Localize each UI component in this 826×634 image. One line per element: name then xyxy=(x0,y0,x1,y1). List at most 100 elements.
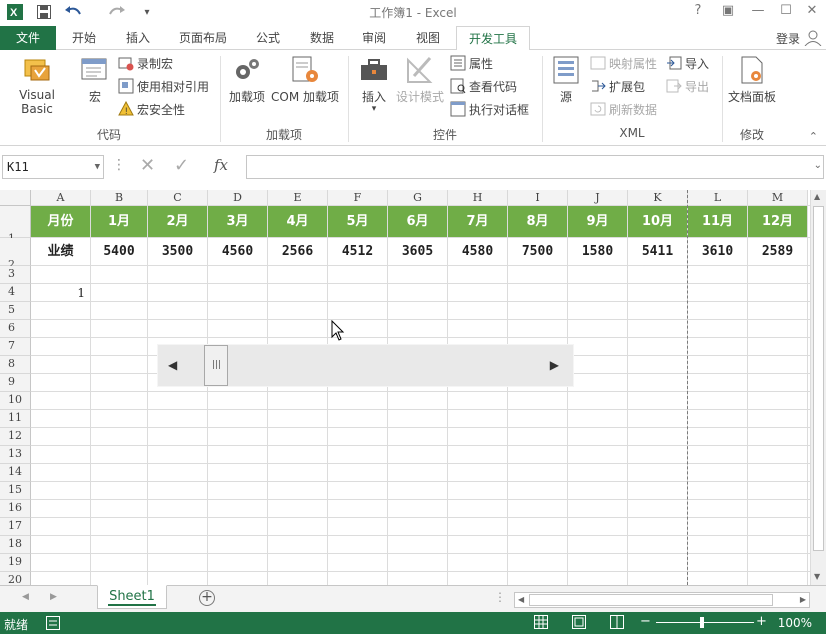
month-header-cell[interactable]: 10月 xyxy=(628,206,687,237)
design-mode-button[interactable]: 设计模式 xyxy=(394,54,446,105)
relative-reference-button[interactable]: 使用相对引用 xyxy=(118,77,209,97)
zoom-in-icon[interactable]: + xyxy=(756,614,767,629)
help-icon[interactable]: ? xyxy=(686,3,710,18)
row-header[interactable]: 10 xyxy=(0,392,31,410)
performance-cell[interactable]: 2589 xyxy=(748,238,807,265)
scroll-right-icon[interactable]: ▶ xyxy=(800,595,806,604)
macros-button[interactable]: 宏 xyxy=(78,54,112,105)
row-header[interactable]: 6 xyxy=(0,320,31,338)
performance-cell[interactable]: 4512 xyxy=(328,238,387,265)
zoom-level[interactable]: 100% xyxy=(778,616,812,630)
view-code-button[interactable]: 查看代码 xyxy=(450,77,517,97)
macro-security-button[interactable]: ! 宏安全性 xyxy=(118,100,185,120)
refresh-data-button[interactable]: 刷新数据 xyxy=(590,100,657,120)
insert-function-icon[interactable]: fx xyxy=(214,156,228,174)
tab-formulas[interactable]: 公式 xyxy=(248,26,288,50)
month-header-cell[interactable]: 8月 xyxy=(508,206,567,237)
insert-control-button[interactable]: 插入 ▾ xyxy=(354,54,394,114)
month-header-cell[interactable]: 7月 xyxy=(448,206,507,237)
performance-cell[interactable]: 4560 xyxy=(208,238,267,265)
month-header-cell[interactable]: 11月 xyxy=(688,206,747,237)
row-header[interactable]: 12 xyxy=(0,428,31,446)
row-header[interactable]: 13 xyxy=(0,446,31,464)
performance-cell[interactable]: 业绩 xyxy=(31,238,90,265)
performance-cell[interactable]: 5400 xyxy=(91,238,147,265)
column-header[interactable]: I xyxy=(508,190,568,206)
properties-button[interactable]: 属性 xyxy=(450,54,493,74)
scroll-down-icon[interactable]: ▼ xyxy=(814,572,820,581)
login-link[interactable]: 登录 xyxy=(776,30,800,47)
user-icon[interactable] xyxy=(804,30,822,47)
row-header[interactable]: 1 xyxy=(0,206,31,245)
addins-button[interactable]: 加载项 xyxy=(226,54,268,105)
map-properties-button[interactable]: 映射属性 xyxy=(590,54,657,74)
ribbon-display-icon[interactable]: ▣ xyxy=(716,3,740,18)
chevron-down-icon[interactable]: ▼ xyxy=(95,156,100,178)
horizontal-scrollbar[interactable]: ◀ ▶ xyxy=(514,592,810,608)
worksheet-grid[interactable]: ABCDEFGHIJKLM123456789101112131415161718… xyxy=(0,190,826,585)
vertical-scrollbar[interactable]: ▲ ▼ xyxy=(810,190,826,585)
column-header[interactable]: H xyxy=(448,190,508,206)
tab-review[interactable]: 审阅 xyxy=(354,26,394,50)
row-header[interactable]: 5 xyxy=(0,302,31,320)
scroll-left-arrow-icon[interactable]: ◀ xyxy=(168,358,177,372)
sheet-tab-sheet1[interactable]: Sheet1 xyxy=(97,585,167,609)
month-header-cell[interactable]: 12月 xyxy=(748,206,807,237)
performance-cell[interactable]: 2566 xyxy=(268,238,327,265)
page-break-view-icon[interactable] xyxy=(610,615,624,632)
splitter-icon[interactable]: ⋮ xyxy=(494,590,506,604)
column-header[interactable]: E xyxy=(268,190,328,206)
record-macro-button[interactable]: 录制宏 xyxy=(118,54,173,74)
export-button[interactable]: 导出 xyxy=(666,77,709,97)
row-header[interactable]: 17 xyxy=(0,518,31,536)
scroll-up-icon[interactable]: ▲ xyxy=(814,192,820,201)
month-header-cell[interactable]: 3月 xyxy=(208,206,267,237)
row-header[interactable]: 4 xyxy=(0,284,31,302)
column-header[interactable]: C xyxy=(148,190,208,206)
com-addins-button[interactable]: COM 加载项 xyxy=(268,54,342,105)
cell-a4[interactable]: 1 xyxy=(31,284,85,302)
prev-sheet-icon[interactable]: ◀ xyxy=(22,592,29,602)
enter-icon[interactable]: ✓ xyxy=(174,155,189,176)
column-header[interactable]: L xyxy=(688,190,748,206)
column-header[interactable]: J xyxy=(568,190,628,206)
column-header[interactable]: K xyxy=(628,190,688,206)
row-header[interactable]: 19 xyxy=(0,554,31,572)
row-header[interactable]: 8 xyxy=(0,356,31,374)
xml-source-button[interactable]: 源 xyxy=(548,54,584,105)
tab-home[interactable]: 开始 xyxy=(64,26,104,50)
tab-file[interactable]: 文件 xyxy=(0,26,56,50)
collapse-ribbon-icon[interactable]: ⌃ xyxy=(809,130,818,143)
row-header[interactable]: 15 xyxy=(0,482,31,500)
close-icon[interactable]: ✕ xyxy=(800,3,824,18)
horizontal-scroll-thumb[interactable] xyxy=(529,594,773,606)
row-header[interactable]: 16 xyxy=(0,500,31,518)
month-header-cell[interactable]: 6月 xyxy=(388,206,447,237)
scroll-thumb[interactable]: ||| xyxy=(204,345,228,386)
minimize-icon[interactable]: — xyxy=(746,3,770,18)
row-header[interactable]: 11 xyxy=(0,410,31,428)
name-box[interactable]: K11 ▼ xyxy=(2,155,104,179)
form-scrollbar-control[interactable]: ◀ ||| ▶ xyxy=(157,344,574,387)
visual-basic-button[interactable]: Visual Basic xyxy=(2,54,72,116)
month-header-cell[interactable]: 2月 xyxy=(148,206,207,237)
select-all-corner[interactable] xyxy=(0,190,31,206)
tab-insert[interactable]: 插入 xyxy=(118,26,158,50)
add-sheet-icon[interactable]: + xyxy=(199,590,215,606)
normal-view-icon[interactable] xyxy=(534,615,548,632)
column-header[interactable]: D xyxy=(208,190,268,206)
zoom-out-icon[interactable]: − xyxy=(640,614,651,629)
performance-cell[interactable]: 4580 xyxy=(448,238,507,265)
maximize-icon[interactable]: ☐ xyxy=(774,3,798,18)
row-header[interactable]: 2 xyxy=(0,238,31,271)
tab-view[interactable]: 视图 xyxy=(408,26,448,50)
zoom-slider-track[interactable] xyxy=(656,622,754,623)
performance-cell[interactable]: 1580 xyxy=(568,238,627,265)
column-header[interactable]: B xyxy=(91,190,148,206)
column-header[interactable]: G xyxy=(388,190,448,206)
macro-record-icon[interactable] xyxy=(46,616,60,633)
performance-cell[interactable]: 3610 xyxy=(688,238,747,265)
row-header[interactable]: 7 xyxy=(0,338,31,356)
row-header[interactable]: 14 xyxy=(0,464,31,482)
document-panel-button[interactable]: 文档面板 xyxy=(726,54,778,105)
